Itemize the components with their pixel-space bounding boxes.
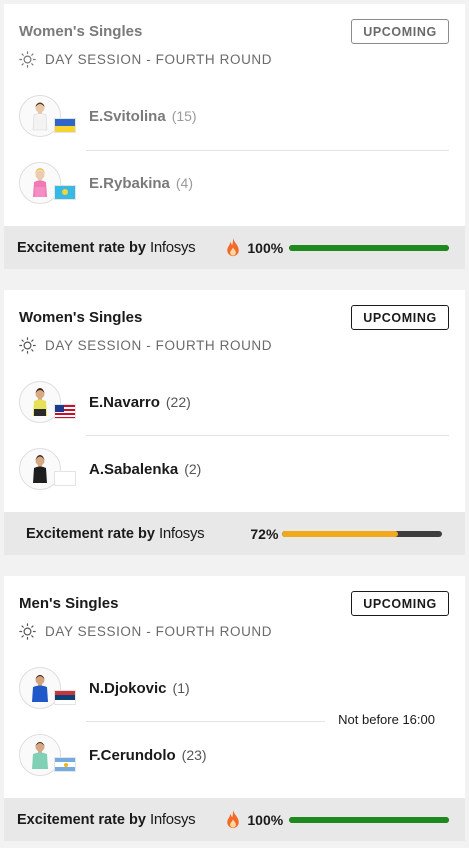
- player-divider: [86, 150, 449, 151]
- player-seed: (1): [172, 680, 190, 696]
- player-seed: (15): [171, 108, 197, 124]
- sun-icon: [19, 51, 36, 68]
- excitement-text: Excitement rate by: [17, 240, 146, 256]
- match-title: Men's Singles: [19, 595, 119, 612]
- match-card[interactable]: Women's Singles UPCOMING DAY SESSION - F…: [4, 290, 465, 555]
- excitement-meter: [282, 530, 443, 537]
- player-seed: (2): [184, 461, 202, 477]
- match-card[interactable]: Women's Singles UPCOMING DAY SESSION - F…: [4, 4, 465, 269]
- match-title: Women's Singles: [19, 23, 143, 40]
- excitement-percent: 100%: [247, 239, 284, 256]
- player-avatar: [19, 381, 76, 423]
- excitement-label: Excitement rate by Infosys: [26, 525, 205, 542]
- player-avatar: [19, 162, 76, 204]
- session-info: DAY SESSION - FOURTH ROUND: [19, 51, 272, 68]
- player-avatar: [19, 448, 76, 490]
- excitement-meter: [289, 816, 450, 823]
- excitement-meter-fill: [289, 244, 450, 251]
- player-name[interactable]: A.Sabalenka: [89, 461, 178, 478]
- session-label: DAY SESSION - FOURTH ROUND: [45, 338, 273, 353]
- flag-kazakhstan-icon: [54, 185, 76, 200]
- excitement-meter-fill: [282, 530, 398, 537]
- sun-icon: [19, 623, 36, 640]
- session-info: DAY SESSION - FOURTH ROUND: [19, 623, 272, 640]
- player-divider: [86, 435, 449, 436]
- infosys-logo: Infosys: [158, 525, 205, 542]
- excitement-text: Excitement rate by: [17, 812, 146, 828]
- flag-placeholder-icon: [54, 471, 76, 486]
- match-title: Women's Singles: [19, 309, 143, 326]
- match-card[interactable]: Men's Singles UPCOMING DAY SESSION - FOU…: [4, 576, 465, 841]
- excitement-label: Excitement rate by Infosys: [17, 239, 196, 256]
- player-name[interactable]: E.Rybakina: [89, 175, 170, 192]
- session-label: DAY SESSION - FOURTH ROUND: [45, 52, 273, 67]
- player-name[interactable]: E.Svitolina: [89, 108, 166, 125]
- player-row[interactable]: F.Cerundolo (23): [19, 732, 207, 778]
- player-seed: (22): [165, 394, 191, 410]
- player-seed: (4): [175, 175, 193, 191]
- excitement-percent: 100%: [247, 811, 284, 828]
- player-avatar: [19, 667, 76, 709]
- player-avatar: [19, 95, 76, 137]
- player-row[interactable]: N.Djokovic (1): [19, 665, 190, 711]
- player-divider: [86, 721, 325, 722]
- flag-usa-icon: [54, 404, 76, 419]
- player-row[interactable]: E.Svitolina (15): [19, 93, 197, 139]
- player-seed: (23): [181, 747, 207, 763]
- player-row[interactable]: E.Rybakina (4): [19, 160, 193, 206]
- excitement-bar: Excitement rate by Infosys 100%: [4, 798, 465, 841]
- status-badge: UPCOMING: [351, 305, 449, 330]
- excitement-bar: Excitement rate by Infosys 100%: [4, 226, 465, 269]
- infosys-logo: Infosys: [149, 239, 196, 256]
- player-name[interactable]: E.Navarro: [89, 394, 160, 411]
- status-badge: UPCOMING: [351, 19, 449, 44]
- excitement-percent: 72%: [250, 525, 279, 542]
- flag-serbia-icon: [54, 690, 76, 705]
- session-label: DAY SESSION - FOURTH ROUND: [45, 624, 273, 639]
- player-name[interactable]: N.Djokovic: [89, 680, 167, 697]
- excitement-meter-fill: [289, 816, 450, 823]
- player-avatar: [19, 734, 76, 776]
- player-name[interactable]: F.Cerundolo: [89, 747, 176, 764]
- infosys-logo: Infosys: [149, 811, 196, 828]
- flame-icon: [227, 809, 240, 829]
- player-row[interactable]: E.Navarro (22): [19, 379, 191, 425]
- player-row[interactable]: A.Sabalenka (2): [19, 446, 201, 492]
- sun-icon: [19, 337, 36, 354]
- status-badge: UPCOMING: [351, 591, 449, 616]
- flame-icon: [227, 237, 240, 257]
- excitement-bar: Excitement rate by Infosys 72%: [4, 512, 465, 555]
- flag-ukraine-icon: [54, 118, 76, 133]
- excitement-text: Excitement rate by: [26, 526, 155, 542]
- start-time-note: Not before 16:00: [338, 712, 435, 727]
- flag-argentina-icon: [54, 757, 76, 772]
- excitement-meter: [289, 244, 450, 251]
- session-info: DAY SESSION - FOURTH ROUND: [19, 337, 272, 354]
- excitement-label: Excitement rate by Infosys: [17, 811, 196, 828]
